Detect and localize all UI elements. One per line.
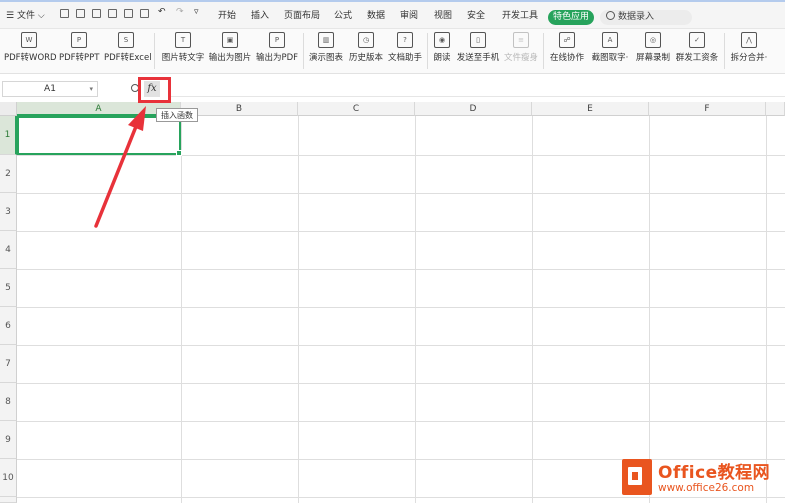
watermark-title: Office教程网 [658, 463, 771, 483]
annotation-arrow [94, 106, 146, 228]
office-logo-mark [632, 472, 638, 480]
annotation-arrow-shaft [94, 122, 139, 228]
watermark-url: www.office26.com [658, 482, 755, 494]
office-logo-icon [622, 459, 652, 495]
annotation-arrow-head [128, 106, 146, 131]
insert-function-tooltip: 插入函数 [156, 108, 198, 122]
watermark: Office教程网 www.office26.com [622, 457, 785, 503]
annotation-highlight-box [138, 77, 171, 103]
